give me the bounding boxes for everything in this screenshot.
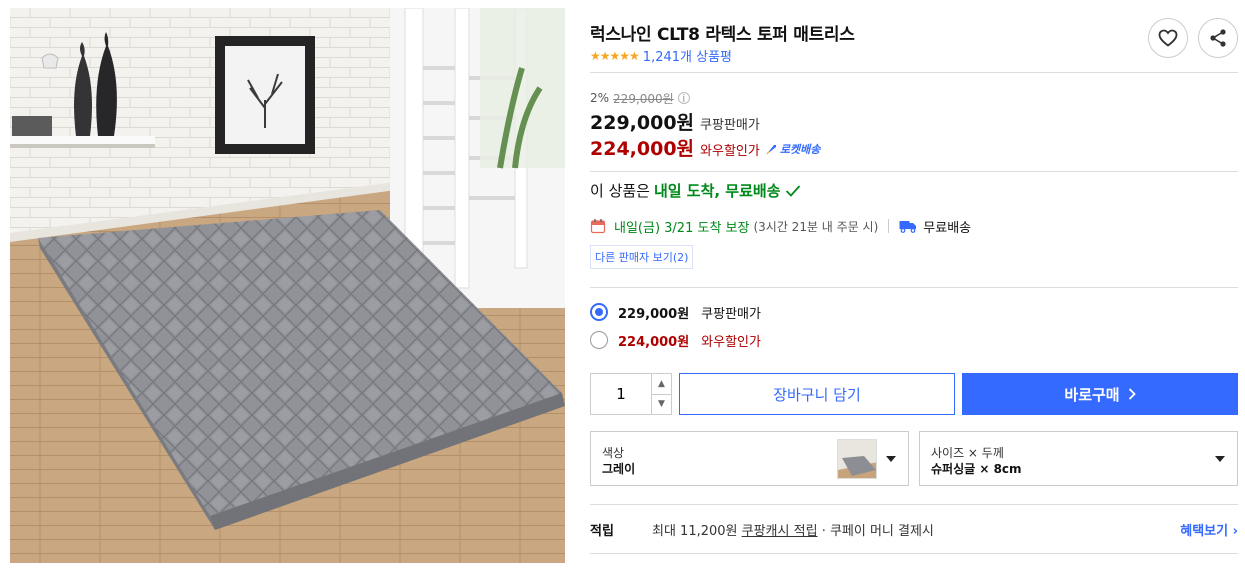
original-price: 229,000원 <box>613 91 674 106</box>
mattress-photo <box>10 8 565 563</box>
separator <box>888 219 890 233</box>
reward-row: 적립 최대 11,200원 쿠팡캐시 적립 · 쿠페이 머니 결제시 혜택보기 … <box>590 504 1238 554</box>
option-wow-price[interactable]: 224,000원 와우할인가 <box>590 326 1238 354</box>
heart-icon <box>1158 29 1178 47</box>
color-selector-value: 그레이 <box>602 462 636 476</box>
divider <box>590 287 1238 288</box>
caret-down-icon <box>886 456 896 462</box>
coupang-price-label: 쿠팡판매가 <box>700 118 760 133</box>
truck-icon <box>899 221 917 233</box>
divider <box>590 72 1238 73</box>
delivery-headline-prefix: 이 상품은 <box>590 182 650 200</box>
price-options: 229,000원 쿠팡판매가 224,000원 와우할인가 <box>590 298 1238 354</box>
free-shipping: 무료배송 <box>899 217 971 236</box>
reward-suffix: · 쿠페이 머니 결제시 <box>821 523 934 539</box>
divider <box>590 171 1238 172</box>
wishlist-button[interactable] <box>1148 18 1188 58</box>
size-selector-value: 슈퍼싱글 × 8cm <box>931 462 1022 476</box>
share-button[interactable] <box>1198 18 1238 58</box>
color-selector[interactable]: 색상 그레이 <box>590 431 909 486</box>
quantity-decrease-button[interactable]: ▼ <box>652 393 671 415</box>
purchase-row: ▲ ▼ 장바구니 담기 바로구매 <box>590 373 1238 415</box>
buy-now-label: 바로구매 <box>1064 385 1120 404</box>
review-count-link[interactable]: 1,241개 상품평 <box>643 46 732 65</box>
rating-stars-icon: ★★★★★ <box>590 48 640 63</box>
mattress-thumbnail <box>838 440 876 478</box>
delivery-eta-row: 내일(금) 3/21 도착 보장 (3시간 21분 내 주문 시) 무료배송 <box>590 217 1238 236</box>
calendar-icon <box>590 219 606 234</box>
quantity-increase-button[interactable]: ▲ <box>652 374 671 394</box>
price-block: 2% 229,000원 i 229,000원 쿠팡판매가 224,000원 와우… <box>590 90 1238 160</box>
chevron-right-icon <box>1128 388 1136 400</box>
product-main-image[interactable] <box>10 8 565 563</box>
other-sellers-button[interactable]: 다른 판매자 보기(2) <box>590 245 694 269</box>
delivery-block: 이 상품은 내일 도착, 무료배송 내일(금) 3/21 도착 보장 (3시간 … <box>590 180 1238 269</box>
coupang-cash-link[interactable]: 쿠팡캐시 적립 <box>742 524 818 539</box>
info-icon[interactable]: i <box>677 92 690 105</box>
reward-amount: 최대 11,200원 <box>652 523 738 539</box>
original-price-row: 2% 229,000원 i <box>590 90 1238 106</box>
delivery-eta-note: (3시간 21분 내 주문 시) <box>753 219 879 234</box>
check-icon <box>785 184 800 197</box>
option-price: 224,000원 <box>618 334 690 350</box>
option-label: 쿠팡판매가 <box>701 306 761 322</box>
wow-price-label: 와우할인가 <box>700 144 760 159</box>
option-label: 와우할인가 <box>701 334 761 350</box>
quantity-stepper[interactable]: ▲ ▼ <box>590 373 672 415</box>
free-shipping-label: 무료배송 <box>923 220 972 236</box>
rocket-icon <box>766 145 776 155</box>
buy-now-button[interactable]: 바로구매 <box>962 373 1238 415</box>
size-selector[interactable]: 사이즈 × 두께 슈퍼싱글 × 8cm <box>919 431 1238 486</box>
reward-label: 적립 <box>590 523 614 539</box>
radio-unselected[interactable] <box>590 331 608 349</box>
delivery-headline: 이 상품은 내일 도착, 무료배송 <box>590 180 1238 201</box>
product-title: 럭스나인 CLT8 라텍스 토퍼 매트리스 <box>590 25 855 45</box>
delivery-headline-highlight: 내일 도착, 무료배송 <box>653 182 781 200</box>
discount-rate: 2% <box>590 91 610 105</box>
share-icon <box>1210 29 1226 47</box>
wow-price: 224,000원 <box>590 138 695 160</box>
rocket-badge: 로켓배송 <box>766 141 820 157</box>
coupang-price: 229,000원 <box>590 112 695 134</box>
radio-selected[interactable] <box>590 303 608 321</box>
delivery-eta: 내일(금) 3/21 도착 보장 <box>614 220 750 236</box>
title-row: 럭스나인 CLT8 라텍스 토퍼 매트리스 ★★★★★ 1,241개 상품평 <box>590 18 1238 72</box>
wow-price-row: 224,000원 와우할인가 로켓배송 <box>590 134 1238 160</box>
coupang-price-row: 229,000원 쿠팡판매가 <box>590 108 1238 134</box>
color-selector-label: 색상 <box>602 446 625 460</box>
color-thumbnail <box>837 439 877 479</box>
reward-text: 최대 11,200원 쿠팡캐시 적립 · 쿠페이 머니 결제시 <box>652 520 934 539</box>
rating[interactable]: ★★★★★ 1,241개 상품평 <box>590 46 732 66</box>
view-benefits-link[interactable]: 혜택보기 › <box>1180 520 1238 539</box>
quantity-input[interactable] <box>591 374 651 414</box>
option-price: 229,000원 <box>618 306 690 322</box>
size-selector-label: 사이즈 × 두께 <box>931 446 1004 460</box>
caret-down-icon <box>1215 456 1225 462</box>
option-selectors: 색상 그레이 사이즈 × 두께 슈퍼싱글 × 8cm <box>590 431 1238 486</box>
quantity-steps: ▲ ▼ <box>651 374 671 414</box>
rocket-badge-label: 로켓배송 <box>779 143 821 156</box>
add-to-cart-button[interactable]: 장바구니 담기 <box>679 373 955 415</box>
product-info-panel: 럭스나인 CLT8 라텍스 토퍼 매트리스 ★★★★★ 1,241개 상품평 2… <box>590 0 1238 576</box>
option-coupang-price[interactable]: 229,000원 쿠팡판매가 <box>590 298 1238 326</box>
